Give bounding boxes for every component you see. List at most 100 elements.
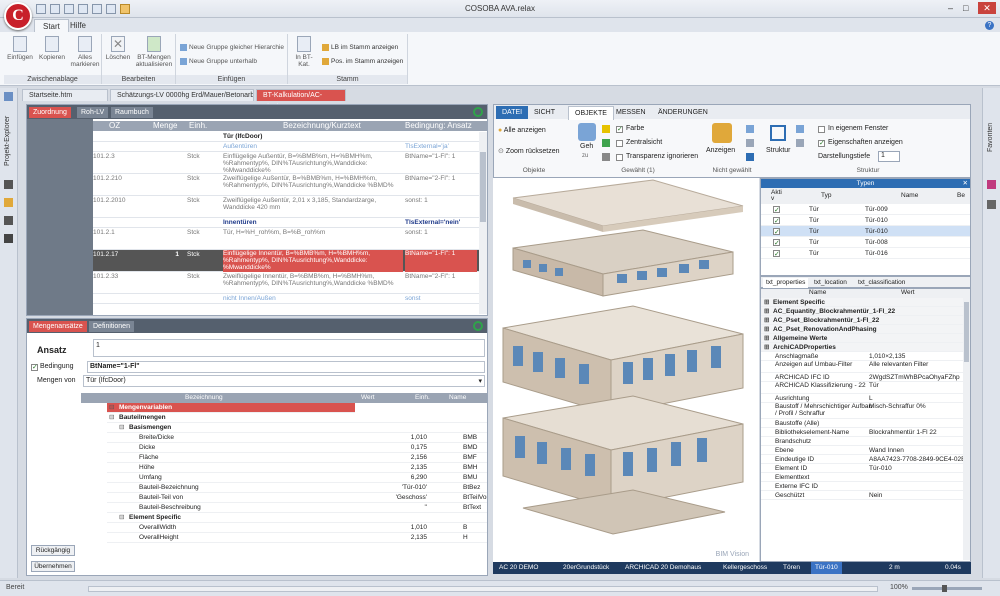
mengen-row[interactable]: ⊟ Basismengen xyxy=(107,423,487,433)
redo-icon[interactable] xyxy=(78,4,88,14)
col-wert[interactable]: Wert xyxy=(361,393,375,403)
horizontal-scrollbar[interactable] xyxy=(88,586,878,592)
neue-gruppe-gleich-button[interactable]: Neue Gruppe gleicher Hierarchie xyxy=(180,44,284,51)
close-button[interactable]: ✕ xyxy=(978,2,996,14)
zoom-ruecksetzen-button[interactable]: ⊙ Zoom rücksetzen xyxy=(498,147,560,155)
maximize-button[interactable]: □ xyxy=(963,3,968,13)
zentralsicht-checkbox[interactable] xyxy=(616,140,623,147)
table-row[interactable]: Außentüren TlsExternal='ja' xyxy=(93,142,479,152)
typ-row[interactable]: Tür Tür-010 xyxy=(761,226,970,238)
mengen-row[interactable]: Bauteil-Teil von 'Geschoss' BtTeilVon xyxy=(107,493,487,503)
typ-row[interactable]: Tür Tür-010 xyxy=(761,215,970,227)
property-row[interactable]: ARCHICAD Klassifizierung - 22 Tür xyxy=(761,382,963,394)
tab-mengenansaetze[interactable]: Mengenansätze xyxy=(29,321,87,332)
ansatz-input[interactable]: 1 xyxy=(93,339,485,357)
tab-zuordnung[interactable]: Zuordnung xyxy=(29,107,71,118)
mengen-row[interactable]: ⊟ Mengenvariablen xyxy=(107,403,355,413)
tab-txt-classification[interactable]: txt_classification xyxy=(855,278,908,288)
property-row[interactable]: ⊞ Element Specific xyxy=(761,298,963,307)
calc-icon[interactable] xyxy=(4,234,13,243)
bim-tab-aenderungen[interactable]: ÄNDERUNGEN xyxy=(658,106,708,119)
table-row[interactable]: 101.2.17 1 Stck Einflügelige Innentür, B=%B… xyxy=(93,250,479,272)
bt-mengen-button[interactable]: BT-Mengen aktualisieren xyxy=(134,36,174,68)
col-name[interactable]: Name xyxy=(449,393,466,403)
einfuegen-button[interactable]: Einfügen xyxy=(6,36,34,61)
lb-im-stamm-button[interactable]: LB im Stamm anzeigen xyxy=(322,44,398,51)
property-row[interactable]: Element ID Tür-010 xyxy=(761,464,963,473)
zoom-slider[interactable] xyxy=(912,585,982,592)
save-all-icon[interactable] xyxy=(50,4,60,14)
mengen-row[interactable]: ⊟ Element Specific xyxy=(107,513,487,523)
col-name[interactable]: Name xyxy=(809,289,826,296)
col-einh[interactable]: Einh. xyxy=(189,121,207,131)
tab-txt-location[interactable]: txt_location xyxy=(811,278,850,288)
alles-markieren-button[interactable]: Alles markieren xyxy=(70,36,100,68)
scrollbar[interactable] xyxy=(963,298,970,560)
mengen-row[interactable]: Bauteil-Beschreibung '' BtText xyxy=(107,503,487,513)
mengen-row[interactable]: Breite/Dicke 1,010 BMB xyxy=(107,433,487,443)
close-icon[interactable]: ✕ xyxy=(963,179,968,187)
property-row[interactable]: ⊞ AC_Pset_Blockrahmentür_1-Fl_22 xyxy=(761,316,963,325)
tool-icon[interactable] xyxy=(4,216,13,225)
mengen-row[interactable]: Bauteil-Bezeichnung 'Tür-010' BtBez xyxy=(107,483,487,493)
struktur-button[interactable]: Struktur xyxy=(766,147,791,154)
col-oz[interactable]: OZ xyxy=(109,121,120,131)
tab-roh-lv[interactable]: Roh-LV xyxy=(77,107,109,118)
table-row[interactable]: 101.2.1 Stck Tür, H=%H_roh%m, B=%B_roh%m so… xyxy=(93,228,479,250)
book-icon[interactable] xyxy=(4,180,13,189)
anzeigen-icon[interactable] xyxy=(712,123,732,143)
star-icon[interactable] xyxy=(4,198,13,207)
col-be[interactable]: Be xyxy=(957,192,965,199)
property-row[interactable]: Elementtext xyxy=(761,473,963,482)
table-row[interactable]: Innentüren TlsExternal='nein' xyxy=(93,218,479,228)
doctab-startseite[interactable]: Startseite.htm xyxy=(22,89,108,101)
status-building[interactable]: ARCHICAD 20 Demohaus xyxy=(625,562,701,574)
doctab-schaetzungs-lv[interactable]: Schätzungs-LV 0000hg Erd/Mauer/Betonarbe… xyxy=(110,89,254,101)
tab-hilfe[interactable]: Hilfe xyxy=(62,19,94,32)
table-row[interactable]: 101.2.33 Stck Zweiflügelige Innentür, B=%B… xyxy=(93,272,479,294)
help-icon[interactable]: ? xyxy=(985,21,994,30)
kopieren-button[interactable]: Kopieren xyxy=(38,36,66,61)
property-row[interactable]: ARCHICAD IFC ID 2WgdSZTmWhBPcaOhyaFZhp xyxy=(761,373,963,382)
uebernehmen-button[interactable]: Übernehmen xyxy=(31,561,75,572)
in-bt-kat-button[interactable]: In BT-Kat. xyxy=(290,36,318,68)
bim-tab-sicht[interactable]: SICHT xyxy=(534,106,555,119)
table-row[interactable]: 101.2.210 Stck Zweiflügelige Außentür, B=%… xyxy=(93,174,479,196)
col-menge[interactable]: Menge xyxy=(153,121,177,131)
doc-icon[interactable] xyxy=(987,200,996,209)
col-name[interactable]: Name xyxy=(901,192,918,199)
aktiv-checkbox[interactable] xyxy=(773,238,780,249)
table-row[interactable]: Tür (IfcDoor) xyxy=(93,132,479,142)
bim-tab-datei[interactable]: DATEI xyxy=(496,106,529,119)
status-group[interactable]: Tören xyxy=(783,562,800,574)
bedingung-input[interactable]: BtName="1-Fl" xyxy=(87,361,485,373)
aktiv-checkbox[interactable] xyxy=(773,249,780,260)
property-row[interactable]: Ausrichtung L xyxy=(761,394,963,403)
col-bezeichnung[interactable]: Bezeichnung/Kurztext xyxy=(283,121,361,131)
status-site[interactable]: 20erGrundstück xyxy=(563,562,609,574)
mengen-row[interactable]: Höhe 2,135 BMH xyxy=(107,463,487,473)
property-row[interactable]: Externe IFC ID xyxy=(761,482,963,491)
bim-tab-objekte[interactable]: OBJEKTE xyxy=(568,106,614,120)
aktiv-checkbox[interactable] xyxy=(773,216,780,227)
scrollbar[interactable] xyxy=(479,132,487,314)
folder-icon[interactable] xyxy=(120,4,130,14)
eigenes-fenster-checkbox[interactable] xyxy=(818,126,825,133)
typ-row[interactable]: Tür Tür-016 xyxy=(761,248,970,260)
preview-icon[interactable] xyxy=(106,4,116,14)
property-row[interactable]: Anzeigen auf Umbau-Filter Alle relevanten… xyxy=(761,361,963,373)
eigenschaften-checkbox[interactable] xyxy=(818,139,825,147)
undo-icon[interactable] xyxy=(64,4,74,14)
loeschen-button[interactable]: ✕ Löschen xyxy=(104,36,132,61)
tab-raumbuch[interactable]: Raumbuch xyxy=(111,107,153,118)
mengen-row[interactable]: OverallWidth 1,010 B xyxy=(107,523,487,533)
minimize-button[interactable]: – xyxy=(948,3,953,13)
mengen-row[interactable]: Umfang 6,290 BMU xyxy=(107,473,487,483)
refresh-icon[interactable] xyxy=(473,107,483,117)
property-row[interactable]: Ebene Wand Innen xyxy=(761,446,963,455)
aktiv-checkbox[interactable] xyxy=(773,205,780,216)
col-bezeichnung[interactable]: Bezeichnung xyxy=(185,393,223,403)
property-row[interactable]: Baustoffe (Alle) xyxy=(761,419,963,428)
tag-icon[interactable] xyxy=(987,180,996,189)
col-wert[interactable]: Wert xyxy=(901,289,915,296)
